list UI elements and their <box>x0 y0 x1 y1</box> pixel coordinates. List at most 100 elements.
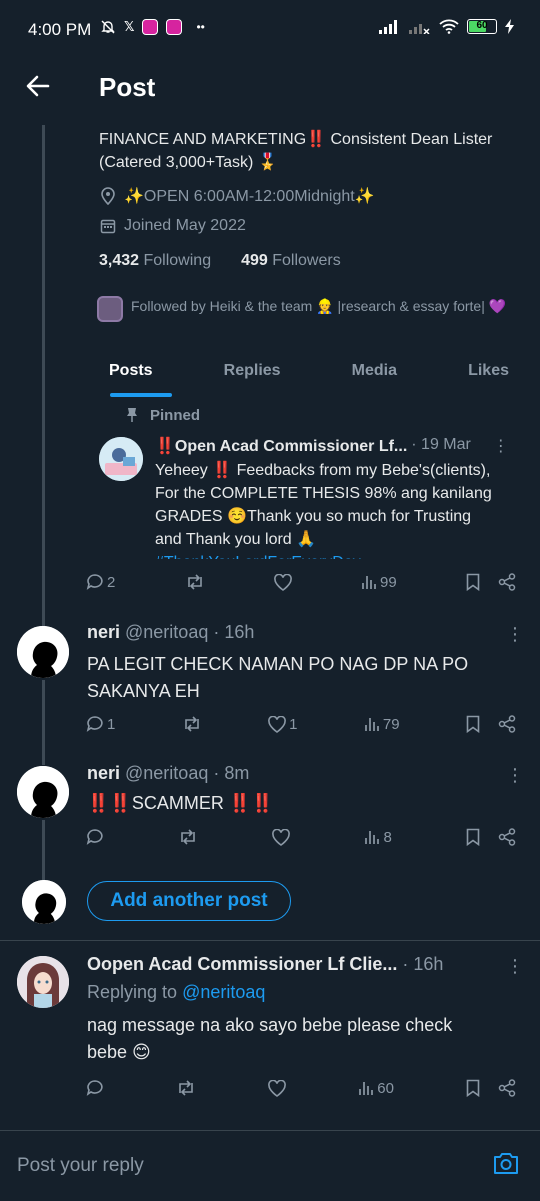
mute-bell-icon <box>101 20 115 34</box>
status-time: 4:00 PM <box>28 20 92 39</box>
post-actions: 1 1 79 <box>86 715 516 733</box>
bookmark-icon[interactable] <box>466 1079 480 1097</box>
bookmark-icon[interactable] <box>466 715 480 733</box>
location-text: ✨OPEN 6:00AM-12:00Midnight✨ <box>124 188 375 205</box>
back-button[interactable] <box>24 72 52 100</box>
views-chart-icon <box>359 1082 374 1095</box>
divider <box>0 940 540 941</box>
followed-by[interactable]: Followed by Heiki & the team 👷 |research… <box>97 296 507 322</box>
heart-icon <box>273 573 292 591</box>
heart-icon <box>268 1079 287 1097</box>
repost-button[interactable] <box>185 573 205 591</box>
author-name[interactable]: neri <box>87 622 120 643</box>
tab-likes[interactable]: Likes <box>458 358 519 384</box>
repost-button[interactable] <box>176 1079 196 1097</box>
views-chart-icon <box>365 831 380 844</box>
status-notification-icons: 𝕏 •• <box>100 19 205 35</box>
charging-bolt-icon <box>505 19 514 34</box>
repost-icon <box>184 716 199 732</box>
tab-replies[interactable]: Replies <box>214 358 291 384</box>
reply-text: ‼️‼️SCAMMER ‼️‼️ <box>87 793 274 813</box>
reply-button[interactable]: 2 <box>86 573 115 591</box>
like-button[interactable] <box>272 828 291 846</box>
post-actions: 8 <box>86 828 516 846</box>
reply-button[interactable] <box>86 828 104 846</box>
share-icon[interactable] <box>498 1079 516 1097</box>
active-tab-indicator <box>110 393 172 397</box>
location-pin-icon <box>101 187 115 205</box>
repost-icon <box>187 574 202 590</box>
views-button[interactable]: 79 <box>364 716 400 733</box>
repost-button[interactable] <box>182 715 202 733</box>
reply-button[interactable]: 1 <box>86 715 115 733</box>
more-options-icon[interactable]: ⋮ <box>493 436 509 456</box>
author-name[interactable]: neri <box>87 763 120 784</box>
like-button[interactable]: 1 <box>268 715 298 733</box>
views-button[interactable]: 60 <box>358 1080 394 1097</box>
following-link[interactable]: 3,432 Following <box>99 252 211 270</box>
avatar[interactable] <box>17 626 69 678</box>
pinned-date: · 19 Mar <box>411 436 471 453</box>
repost-icon <box>181 829 195 845</box>
repost-button[interactable] <box>178 828 198 846</box>
calendar-icon <box>100 219 116 234</box>
tab-media[interactable]: Media <box>342 358 407 384</box>
avatar[interactable] <box>17 956 69 1008</box>
page-title: Post <box>99 72 156 102</box>
reply-text: PA LEGIT CHECK NAMAN PO NAG DP NA PO SAK… <box>87 654 469 701</box>
status-system-icons: 60 <box>379 19 514 34</box>
reply-header: neri @neritoaq · 16h <box>87 622 254 643</box>
reply-header: Oopen Acad Commissioner Lf Clie... · 16h <box>87 954 443 975</box>
bio-line: FINANCE AND MARKETING‼️ Consistent Dean … <box>99 131 493 148</box>
pinned-author-name[interactable]: ‼️Open Acad Commissioner Lf... <box>155 436 407 456</box>
like-button[interactable] <box>273 573 292 591</box>
wifi-icon <box>439 19 459 34</box>
reply-icon <box>86 829 103 845</box>
joined-text: Joined May 2022 <box>124 217 246 234</box>
replying-handle-link[interactable]: @neritoaq <box>182 982 265 1002</box>
thread-line <box>42 820 45 880</box>
followed-by-text: Followed by Heiki & the team 👷 |research… <box>131 298 507 314</box>
replying-to: Replying to @neritoaq <box>87 982 266 1002</box>
post-time: · 8m <box>213 763 250 783</box>
reply-button[interactable] <box>86 1079 104 1097</box>
reply-header: neri @neritoaq · 8m <box>87 763 249 784</box>
views-button[interactable]: 8 <box>364 829 392 846</box>
author-name[interactable]: Oopen Acad Commissioner Lf Clie... <box>87 954 397 975</box>
author-handle[interactable]: @neritoaq <box>125 763 208 784</box>
camera-button[interactable] <box>492 1150 520 1176</box>
share-icon[interactable] <box>498 573 516 591</box>
share-icon[interactable] <box>498 715 516 733</box>
avatar[interactable] <box>17 766 69 818</box>
post-actions: 2 99 <box>86 573 516 591</box>
share-icon[interactable] <box>498 828 516 846</box>
illustration-avatar-icon <box>99 437 143 481</box>
add-another-post-button[interactable]: Add another post <box>87 881 291 921</box>
bookmark-icon[interactable] <box>466 828 480 846</box>
silhouette-avatar-icon <box>17 766 69 818</box>
hashtag-link[interactable]: #ThankYouLordForEveryDay <box>155 551 515 559</box>
bookmark-icon[interactable] <box>466 573 480 591</box>
profile-location: ✨OPEN 6:00AM-12:00Midnight✨ <box>100 186 375 206</box>
post-time: · 16h <box>402 954 444 974</box>
thread-line <box>42 680 45 765</box>
tab-posts[interactable]: Posts <box>99 358 163 384</box>
views-button[interactable]: 99 <box>361 574 397 591</box>
pinned-author-avatar[interactable] <box>99 437 143 481</box>
thread-line <box>42 125 45 630</box>
followers-link[interactable]: 499 Followers <box>241 252 341 270</box>
avatar <box>22 880 66 924</box>
overflow-dots: •• <box>196 20 205 34</box>
x-logo-icon: 𝕏 <box>124 19 135 34</box>
reply-icon <box>86 1080 103 1096</box>
reply-input[interactable]: Post your reply <box>17 1155 144 1177</box>
pinned-post-text: Yeheey ‼️ Feedbacks from my Bebe's(clien… <box>155 459 515 559</box>
like-button[interactable] <box>268 1079 287 1097</box>
author-handle[interactable]: @neritoaq <box>125 622 208 643</box>
more-options-icon[interactable]: ⋮ <box>506 956 524 977</box>
pinned-label: Pinned <box>126 407 200 424</box>
more-options-icon[interactable]: ⋮ <box>506 624 524 645</box>
more-options-icon[interactable]: ⋮ <box>506 765 524 786</box>
instagram-icon <box>166 19 183 35</box>
heart-icon <box>272 828 291 846</box>
